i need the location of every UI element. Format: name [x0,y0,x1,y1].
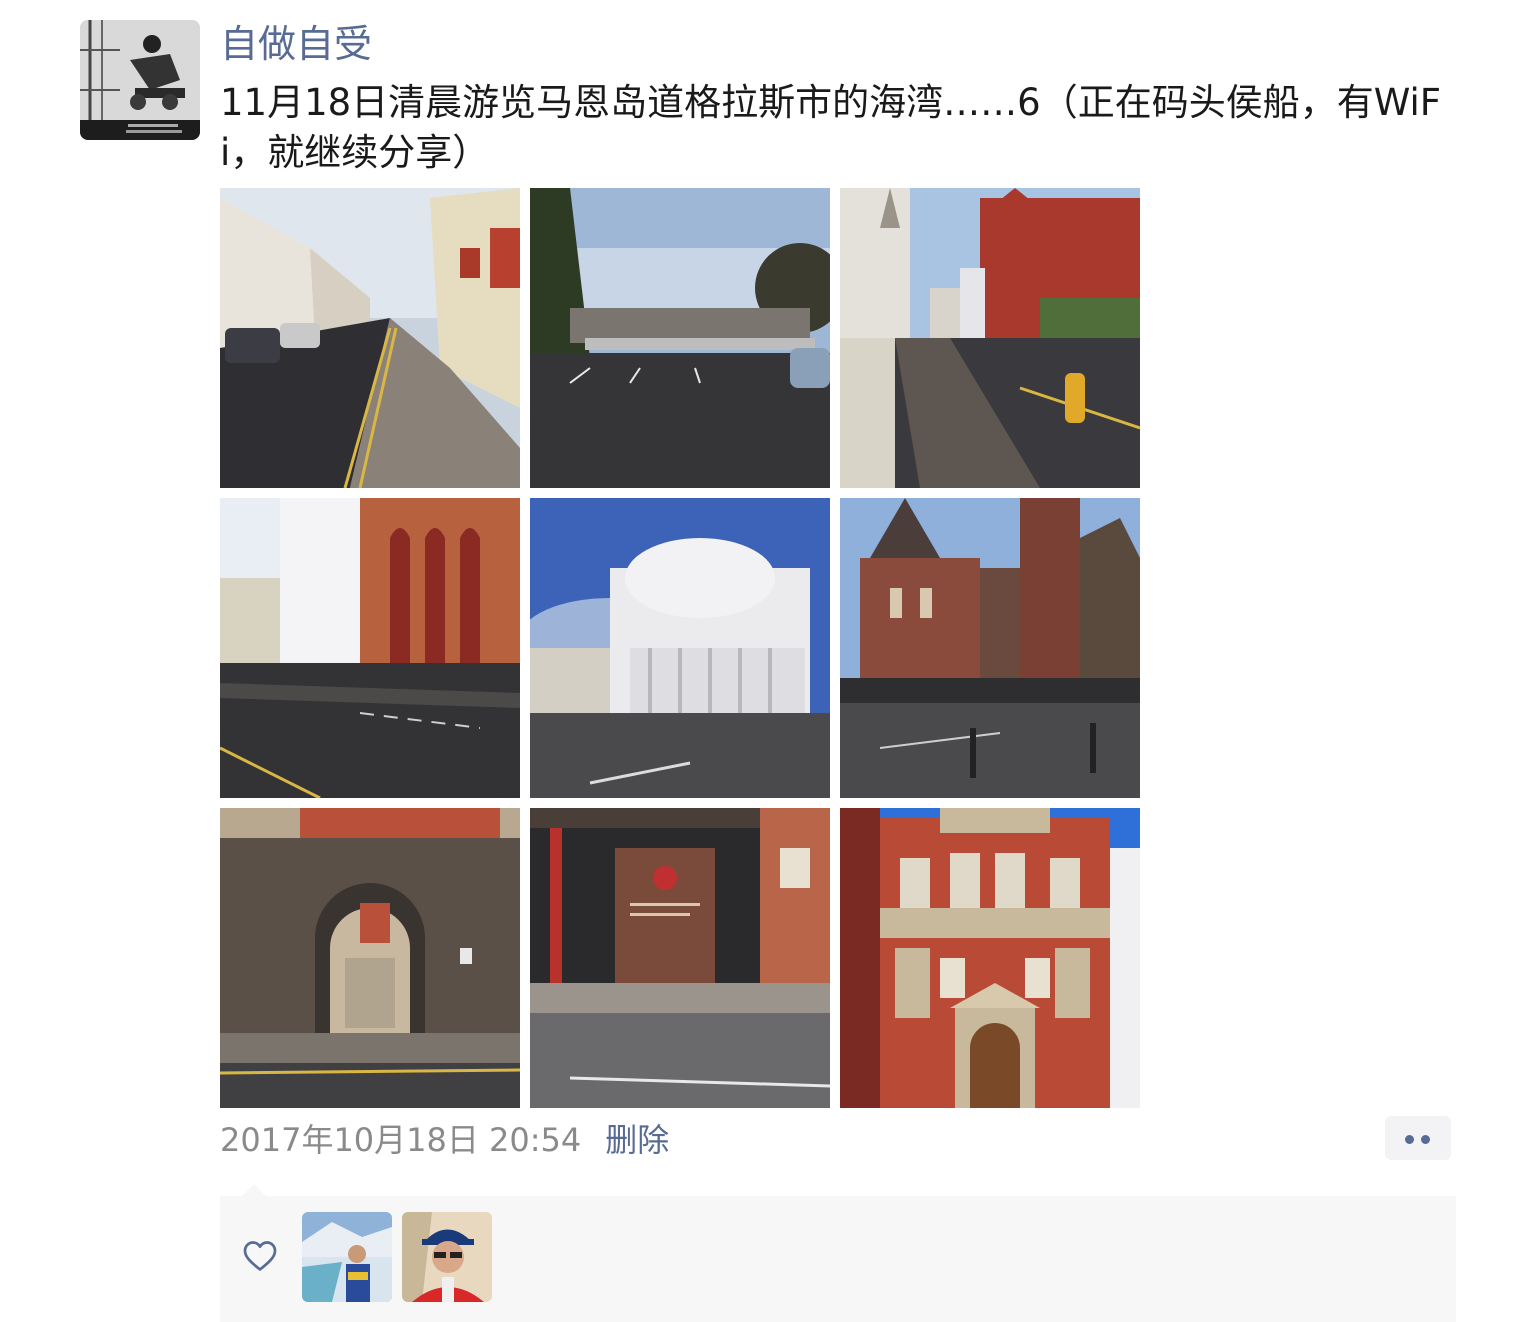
post-meta: 2017年10月18日 20:54 删除 [220,1114,669,1162]
liker-avatar-2[interactable] [402,1212,492,1302]
photo-1[interactable] [220,188,520,488]
likes-panel [220,1196,1456,1322]
liker-photo-icon [302,1212,392,1302]
white-and-red-buildings-photo [220,498,520,798]
more-dot-icon [1421,1135,1430,1144]
more-dot-icon [1405,1135,1414,1144]
delete-button[interactable]: 删除 [605,1115,669,1161]
building-entrance-sign-photo [530,808,830,1108]
more-actions-button[interactable] [1385,1116,1451,1160]
author-avatar[interactable] [80,20,200,140]
heart-icon [243,1241,277,1271]
stone-church-photo [840,498,1140,798]
man-working-photo-avatar [80,20,200,140]
author-name[interactable]: 自做自受 [220,18,372,70]
photo-6[interactable] [840,498,1140,798]
stone-archway-photo [220,808,520,1108]
photo-4[interactable] [220,498,520,798]
red-brick-building-street-photo [840,188,1140,488]
photo-9[interactable] [840,808,1140,1108]
photo-7[interactable] [220,808,520,1108]
parking-lot-photo [530,188,830,488]
photo-3[interactable] [840,188,1140,488]
post-text: 11月18日清晨游览马恩岛道格拉斯市的海湾……6（正在码头侯船，有WiFi，就继… [220,81,1442,174]
photo-8[interactable] [530,808,830,1108]
photo-2[interactable] [530,188,830,488]
liker-avatar-1[interactable] [302,1212,392,1302]
photo-grid [220,188,1140,1108]
street-photo [220,188,520,488]
post-timestamp: 2017年10月18日 20:54 [220,1121,582,1159]
photo-5[interactable] [530,498,830,798]
ornate-red-brick-building-photo [840,808,1140,1108]
white-rotunda-building-photo [530,498,830,798]
liker-photo-icon [402,1212,492,1302]
